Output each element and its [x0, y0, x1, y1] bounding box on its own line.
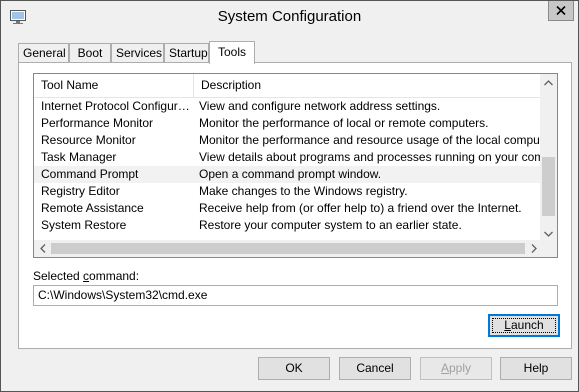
list-item[interactable]: Task Manager View details about programs … — [34, 149, 544, 166]
tab-label: Startup — [169, 46, 208, 60]
button-label: OK — [285, 361, 303, 375]
tool-description: Restore your computer system to an earli… — [199, 218, 462, 232]
tab-label: Services — [116, 46, 163, 60]
column-header-tool-name[interactable]: Tool Name — [34, 74, 193, 97]
selected-command-label: Selected command: — [33, 269, 139, 283]
tool-name: Command Prompt — [41, 167, 139, 181]
tool-name: Performance Monitor — [41, 116, 154, 130]
scroll-up-button[interactable] — [540, 74, 557, 91]
horizontal-scrollbar[interactable] — [34, 240, 542, 257]
title-bar[interactable]: System Configuration — [1, 1, 578, 34]
chevron-up-icon — [544, 79, 553, 85]
scroll-left-button[interactable] — [34, 240, 51, 257]
apply-button[interactable]: Apply — [420, 357, 492, 380]
column-header-description[interactable]: Description — [194, 74, 544, 97]
close-icon — [556, 6, 566, 15]
tool-description: Monitor the performance of local or remo… — [199, 116, 489, 130]
vertical-scroll-thumb[interactable] — [542, 157, 555, 216]
button-label: Help — [523, 361, 549, 375]
button-accelerator: A — [440, 361, 449, 375]
tab-label: Tools — [217, 45, 246, 59]
button-label: pply — [449, 361, 472, 375]
tab-boot[interactable]: Boot — [69, 43, 111, 63]
system-configuration-window: System Configuration General Boot Servic… — [0, 0, 579, 392]
list-item[interactable]: Registry Editor Make changes to the Windo… — [34, 183, 544, 200]
tool-description: View and configure network address setti… — [199, 99, 441, 113]
tool-description: Open a command prompt window. — [199, 167, 382, 181]
selected-command-field[interactable]: C:\Windows\System32\cmd.exe — [33, 285, 558, 306]
help-button[interactable]: Help — [500, 357, 572, 380]
tool-name: System Restore — [41, 218, 127, 232]
launch-button[interactable]: Launch — [488, 314, 560, 337]
tool-description: Monitor the performance and resource usa… — [199, 133, 544, 147]
tool-name: Resource Monitor — [41, 133, 136, 147]
tools-list[interactable]: Tool Name Description Internet Protocol … — [33, 73, 558, 258]
label-text: Selected — [33, 269, 84, 283]
window-title: System Configuration — [217, 8, 362, 25]
scrollbar-corner — [540, 240, 557, 257]
tool-name: Task Manager — [41, 150, 117, 164]
tab-tools[interactable]: Tools — [209, 41, 255, 64]
list-item[interactable]: System Restore Restore your computer syst… — [34, 217, 544, 234]
tab-services[interactable]: Services — [111, 43, 164, 63]
horizontal-scroll-thumb[interactable] — [51, 243, 525, 254]
tab-label: General — [23, 46, 66, 60]
tools-tab-panel: Tool Name Description Internet Protocol … — [18, 62, 572, 349]
tool-description: Make changes to the Windows registry. — [199, 184, 408, 198]
tab-general[interactable]: General — [18, 43, 69, 63]
button-label: Cancel — [356, 361, 394, 375]
label-text: ommand: — [89, 269, 140, 283]
chevron-down-icon — [544, 231, 553, 237]
cancel-button[interactable]: Cancel — [339, 357, 411, 380]
chevron-right-icon — [531, 244, 537, 253]
list-rows: Internet Protocol Configurat... View and … — [34, 98, 544, 234]
tool-name: Registry Editor — [41, 184, 120, 198]
list-item-selected[interactable]: Command Prompt Open a command prompt wind… — [34, 166, 544, 183]
list-item[interactable]: Resource Monitor Monitor the performance … — [34, 132, 544, 149]
close-button[interactable] — [548, 1, 574, 21]
tab-startup[interactable]: Startup — [164, 43, 209, 63]
ok-button[interactable]: OK — [258, 357, 330, 380]
chevron-left-icon — [39, 244, 45, 253]
list-item[interactable]: Remote Assistance Receive help from (or o… — [34, 200, 544, 217]
list-item[interactable]: Performance Monitor Monitor the performan… — [34, 115, 544, 132]
tool-description: Receive help from (or offer help to) a f… — [199, 201, 522, 215]
button-accelerator: L — [504, 318, 511, 332]
tool-description: View details about programs and processe… — [199, 150, 544, 164]
list-header: Tool Name Description — [34, 74, 544, 98]
tab-label: Boot — [77, 46, 103, 60]
list-item[interactable]: Internet Protocol Configurat... View and … — [34, 98, 544, 115]
tool-name: Remote Assistance — [41, 201, 144, 215]
tool-name: Internet Protocol Configurat... — [41, 99, 191, 113]
button-label: aunch — [510, 318, 544, 332]
vertical-scrollbar[interactable] — [540, 74, 557, 242]
